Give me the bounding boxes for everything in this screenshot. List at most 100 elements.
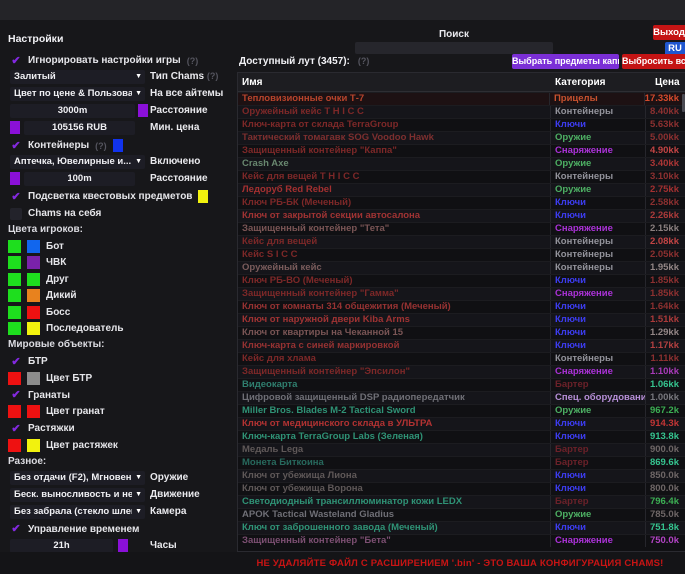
table-row[interactable]: Ключ от заброшенного завода (Меченый)Клю… <box>238 521 685 534</box>
exit-button[interactable]: Выход <box>653 25 685 40</box>
table-row[interactable]: Ключ от закрытой секции автосалонаКлючи2… <box>238 209 685 222</box>
table-row[interactable]: Кейс для вещейКонтейнеры2.08kk <box>238 235 685 248</box>
select-kappa-items-button[interactable]: Выбрать предметы каппа <box>512 54 619 69</box>
color-swatch[interactable] <box>10 121 20 134</box>
table-row[interactable]: Crash AxeОружие3.40kk <box>238 157 685 170</box>
loot-help-icon[interactable]: (?) <box>358 56 370 66</box>
table-row[interactable]: Ключ от квартиры на Чеканной 15Ключи1.29… <box>238 326 685 339</box>
column-header-name[interactable]: Имя <box>238 73 550 91</box>
table-row[interactable]: Кейс S I C CКонтейнеры2.05kk <box>238 248 685 261</box>
search-input[interactable] <box>355 42 553 54</box>
dropdown-select[interactable]: Без отдачи (F2), Мгновенное п▼ <box>10 471 145 485</box>
table-row[interactable]: Ключ РБ-ВО (Меченый)Ключи1.85kk <box>238 274 685 287</box>
color-swatch[interactable] <box>8 405 21 418</box>
dropdown-select[interactable]: Аптечка, Ювелирные и...▼ <box>10 155 145 169</box>
settings-color-row: ЧВК <box>8 255 236 272</box>
checkbox-checked-icon[interactable]: ✔ <box>10 523 22 535</box>
color-swatch[interactable] <box>8 372 21 385</box>
table-row[interactable]: Цифровой защищенный DSP радиопередатчикС… <box>238 391 685 404</box>
table-row[interactable]: Ключ от комнаты 314 общежития (Меченый)К… <box>238 300 685 313</box>
color-swatch[interactable] <box>8 306 21 319</box>
dropdown-select[interactable]: Залитый▼ <box>10 70 145 84</box>
table-row[interactable]: Ключ РБ-БК (Меченый)Ключи2.58kk <box>238 196 685 209</box>
chevron-down-icon: ▼ <box>135 505 142 519</box>
dropdown-select[interactable]: Беск. выносливость и нет уста▼ <box>10 488 145 502</box>
table-row[interactable]: Медаль LegaБартер900.0k <box>238 443 685 456</box>
dropdown-select[interactable]: Цвет по цене & Пользователь▼ <box>10 87 145 101</box>
settings-color-row: Дикий <box>8 288 236 305</box>
color-swatch[interactable] <box>27 256 40 269</box>
table-row[interactable]: Монета БиткоинаБартер869.6k <box>238 456 685 469</box>
table-row[interactable]: Защищенный контейнер "Тета"Снаряжение2.1… <box>238 222 685 235</box>
value-input[interactable]: 105156 RUB <box>24 121 135 135</box>
item-price-cell: 913.8k <box>645 431 685 443</box>
table-row[interactable]: Ключ от убежища ВоронаКлючи800.0k <box>238 482 685 495</box>
checkbox-checked-icon[interactable]: ✔ <box>10 389 22 401</box>
color-swatch[interactable] <box>8 439 21 452</box>
checkbox-checked-icon[interactable]: ✔ <box>10 356 22 368</box>
table-row[interactable]: Ключ-карта от склада TerraGroupКлючи5.63… <box>238 118 685 131</box>
help-icon[interactable]: (?) <box>95 141 107 151</box>
color-swatch[interactable] <box>27 240 40 253</box>
table-row[interactable]: Ключ-карта TerraGroup Labs (Зеленая)Ключ… <box>238 430 685 443</box>
color-swatch[interactable] <box>8 240 21 253</box>
color-swatch[interactable] <box>113 139 123 152</box>
color-swatch[interactable] <box>27 405 40 418</box>
color-swatch[interactable] <box>27 372 40 385</box>
color-swatch[interactable] <box>198 190 208 203</box>
window-title-bar[interactable] <box>0 0 685 20</box>
color-row-label: Последователь <box>46 323 124 334</box>
color-swatch[interactable] <box>27 273 40 286</box>
item-name-cell: Ключ РБ-БК (Меченый) <box>238 197 550 209</box>
table-row[interactable]: Защищенный контейнер "Бета"Снаряжение750… <box>238 534 685 547</box>
table-row[interactable]: APOK Tactical Wasteland GladiusОружие785… <box>238 508 685 521</box>
table-row[interactable]: Тактический томагавк SOG Voodoo HawkОруж… <box>238 131 685 144</box>
checkbox-checked-icon[interactable]: ✔ <box>10 191 22 203</box>
value-input[interactable]: 100m <box>24 172 135 186</box>
table-row[interactable]: Ключ от наружной двери Kiba ArmsКлючи1.5… <box>238 313 685 326</box>
table-row[interactable]: Ключ от убежища ЛионаКлючи850.0k <box>238 469 685 482</box>
color-swatch[interactable] <box>10 172 20 185</box>
help-icon[interactable]: (?) <box>207 71 219 81</box>
color-swatch[interactable] <box>27 322 40 335</box>
table-row[interactable]: Защищенный контейнер "Эпсилон"Снаряжение… <box>238 365 685 378</box>
checkbox-checked-icon[interactable]: ✔ <box>10 140 22 152</box>
color-swatch[interactable] <box>138 104 148 117</box>
column-header-category[interactable]: Категория <box>550 73 645 91</box>
color-swatch[interactable] <box>8 289 21 302</box>
value-input[interactable]: 3000m <box>10 104 135 118</box>
dropdown-select[interactable]: Без забрала (стекло шлема)▼ <box>10 505 145 519</box>
table-row[interactable]: Ключ от медицинского склада в УЛЬТРАКлюч… <box>238 417 685 430</box>
color-swatch[interactable] <box>8 273 21 286</box>
table-row[interactable]: Miller Bros. Blades M-2 Tactical SwordОр… <box>238 404 685 417</box>
color-swatch[interactable] <box>118 539 128 552</box>
checkbox-checked-icon[interactable]: ✔ <box>10 55 22 67</box>
table-row[interactable]: Тепловизионные очки Т-7Прицелы17.33kk <box>238 92 685 105</box>
table-row[interactable]: ВидеокартаБартер1.06kk <box>238 378 685 391</box>
color-swatch[interactable] <box>8 256 21 269</box>
item-price-cell: 1.10kk <box>645 366 685 378</box>
color-swatch[interactable] <box>27 289 40 302</box>
checkbox-checked-icon[interactable]: ✔ <box>10 423 22 435</box>
table-row[interactable]: Кейс для вещей T H I C CКонтейнеры3.10kk <box>238 170 685 183</box>
table-row[interactable]: Оружейный кейс T H I C CКонтейнеры8.40kk <box>238 105 685 118</box>
table-row[interactable]: Кейс для хламаКонтейнеры1.11kk <box>238 352 685 365</box>
color-swatch[interactable] <box>27 439 40 452</box>
item-category-cell: Ключи <box>550 197 645 209</box>
item-price-cell: 3.10kk <box>645 171 685 183</box>
color-swatch[interactable] <box>27 306 40 319</box>
table-row[interactable]: Ледоруб Red RebelОружие2.75kk <box>238 183 685 196</box>
table-row[interactable]: Светодиодный трансиллюминатор кожи LEDXБ… <box>238 495 685 508</box>
table-row[interactable]: Оружейный кейсКонтейнеры1.95kk <box>238 261 685 274</box>
value-input[interactable]: 21h <box>10 539 113 553</box>
column-header-price[interactable]: Цена <box>645 73 685 91</box>
table-row[interactable]: Ключ-карта с синей маркировкойКлючи1.17k… <box>238 339 685 352</box>
item-name-cell: Ключ-карта с синей маркировкой <box>238 340 550 352</box>
table-row[interactable]: Защищенный контейнер "Каппа"Снаряжение4.… <box>238 144 685 157</box>
help-icon[interactable]: (?) <box>187 56 199 66</box>
checkbox-unchecked-icon[interactable] <box>10 208 22 220</box>
discard-all-button[interactable]: Выбросить все <box>622 54 685 69</box>
table-row[interactable]: Защищенный контейнер "Гамма"Снаряжение1.… <box>238 287 685 300</box>
color-swatch[interactable] <box>8 322 21 335</box>
settings-checkbox-row: ✔Игнорировать настройки игры(?) <box>8 52 236 69</box>
